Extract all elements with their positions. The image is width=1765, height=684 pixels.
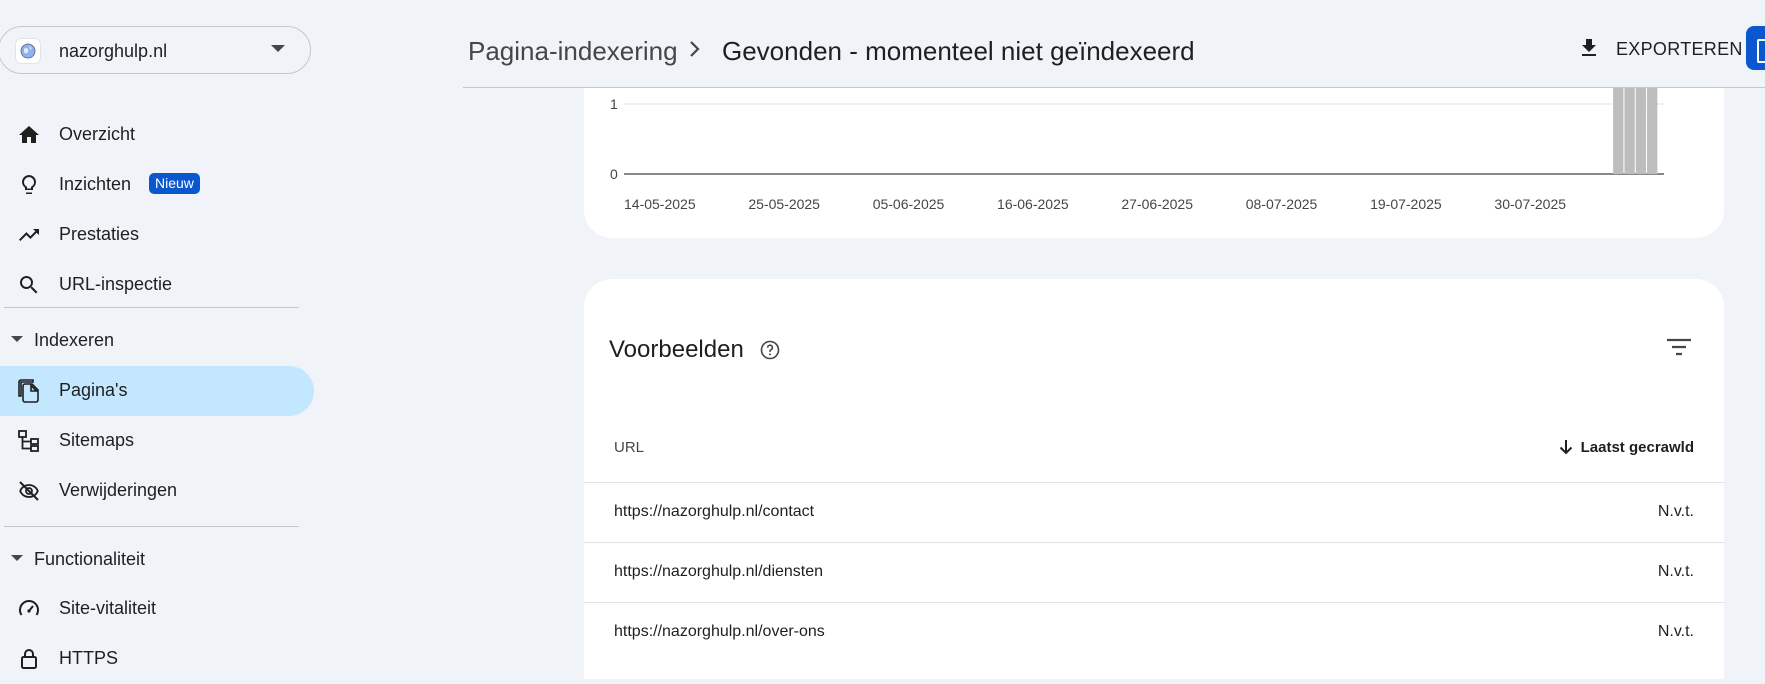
- row-last-crawled: N.v.t.: [1657, 623, 1694, 640]
- sidebar-item-overzicht[interactable]: Overzicht: [0, 110, 314, 160]
- sidebar-item-https[interactable]: HTTPS: [0, 634, 314, 684]
- section-functionaliteit-toggle[interactable]: Functionaliteit: [0, 539, 314, 579]
- lightbulb-icon: [17, 173, 41, 197]
- sidebar-item-inzichten[interactable]: Inzichten Nieuw: [0, 160, 314, 210]
- page-title: Gevonden - momenteel niet geïndexeerd: [722, 36, 1195, 66]
- x-tick-label: 30-07-2025: [1494, 196, 1566, 212]
- row-url: https://nazorghulp.nl/contact: [614, 503, 815, 520]
- open-report-button[interactable]: [1746, 26, 1765, 70]
- caret-down-icon: [11, 336, 23, 343]
- row-url: https://nazorghulp.nl/over-ons: [614, 623, 825, 640]
- sidebar-item-label: Site-vitaliteit: [59, 598, 157, 618]
- sidebar-item-label: Verwijderingen: [59, 480, 178, 500]
- y-tick-label: 0: [610, 166, 618, 182]
- x-tick-label: 27-06-2025: [1121, 196, 1193, 212]
- sort-label: Laatst gecrawld: [1580, 438, 1694, 456]
- chart-bar: [1647, 88, 1658, 174]
- report-icon: [1757, 39, 1765, 63]
- sidebar-item-site-vitaliteit[interactable]: Site-vitaliteit: [0, 584, 314, 634]
- sidebar-item-prestaties[interactable]: Prestaties: [0, 210, 314, 260]
- property-name: nazorghulp.nl: [59, 41, 168, 61]
- row-last-crawled: N.v.t.: [1657, 503, 1694, 520]
- x-tick-label: 05-06-2025: [873, 196, 945, 212]
- export-label: EXPORTEREN: [1616, 39, 1743, 59]
- sidebar-item-url-inspectie[interactable]: URL-inspectie: [0, 260, 314, 310]
- sidebar-item-sitemaps[interactable]: Sitemaps: [0, 416, 314, 466]
- help-icon[interactable]: [760, 340, 780, 360]
- sidebar-item-label: URL-inspectie: [59, 274, 173, 294]
- sidebar-item-label: Sitemaps: [59, 430, 135, 450]
- table-row[interactable]: https://nazorghulp.nl/diensten N.v.t.: [584, 542, 1724, 602]
- x-tick-label: 08-07-2025: [1246, 196, 1318, 212]
- indexing-chart: 0 1 14-05-2025 25-05-2025 05-06-2025 16-06-20…: [610, 88, 1664, 212]
- section-indexeren-toggle[interactable]: Indexeren: [0, 320, 314, 360]
- sitemap-icon: [17, 429, 41, 453]
- x-tick-label: 14-05-2025: [624, 196, 696, 212]
- chart-bar: [1635, 88, 1647, 174]
- x-tick-label: 16-06-2025: [997, 196, 1069, 212]
- examples-card: Voorbeelden URL Laatst gecrawld https://…: [584, 279, 1724, 679]
- lock-icon: [17, 647, 41, 671]
- export-button[interactable]: EXPORTEREN: [1567, 26, 1742, 72]
- sidebar-divider: [4, 526, 299, 527]
- eye-off-icon: [17, 479, 41, 503]
- chevron-down-icon: [271, 45, 285, 53]
- y-tick-label: 1: [610, 96, 618, 112]
- x-tick-label: 19-07-2025: [1370, 196, 1442, 212]
- sidebar-item-verwijderingen[interactable]: Verwijderingen: [0, 466, 314, 516]
- chevron-right-icon: [689, 40, 701, 58]
- column-header-last-crawled[interactable]: Laatst gecrawld: [1559, 437, 1694, 457]
- sidebar-item-label: Prestaties: [59, 224, 140, 244]
- filter-icon[interactable]: [1666, 337, 1692, 357]
- section-label: Indexeren: [34, 330, 115, 350]
- arrow-down-icon: [1559, 439, 1573, 455]
- sidebar-item-label: Pagina's: [59, 380, 128, 400]
- sidebar-item-paginas[interactable]: Pagina's: [0, 366, 314, 416]
- table-row[interactable]: https://nazorghulp.nl/over-ons N.v.t.: [584, 602, 1724, 662]
- examples-title: Voorbeelden: [609, 336, 744, 363]
- row-last-crawled: N.v.t.: [1657, 563, 1694, 580]
- download-icon: [1577, 36, 1601, 60]
- section-label: Functionaliteit: [34, 549, 146, 569]
- sidebar-item-label: Inzichten: [59, 174, 132, 194]
- globe-icon: [15, 38, 41, 64]
- home-icon: [17, 123, 41, 147]
- sidebar-divider: [4, 307, 299, 308]
- speed-icon: [17, 597, 41, 621]
- caret-down-icon: [11, 555, 23, 562]
- trending-up-icon: [17, 223, 41, 247]
- chart-bar: [1624, 88, 1635, 174]
- chart-bar: [1613, 88, 1624, 174]
- search-icon: [17, 273, 41, 297]
- page-header: Pagina-indexering Gevonden - momenteel n…: [463, 0, 1765, 88]
- column-header-url[interactable]: URL: [614, 439, 644, 456]
- table-row[interactable]: https://nazorghulp.nl/contact N.v.t.: [584, 482, 1724, 542]
- pages-icon: [17, 379, 41, 403]
- new-badge: Nieuw: [149, 173, 200, 194]
- x-tick-label: 25-05-2025: [748, 196, 820, 212]
- row-url: https://nazorghulp.nl/diensten: [614, 563, 824, 580]
- sidebar-item-label: Overzicht: [59, 124, 136, 144]
- property-selector[interactable]: nazorghulp.nl: [0, 26, 311, 74]
- breadcrumb-parent[interactable]: Pagina-indexering: [468, 36, 678, 67]
